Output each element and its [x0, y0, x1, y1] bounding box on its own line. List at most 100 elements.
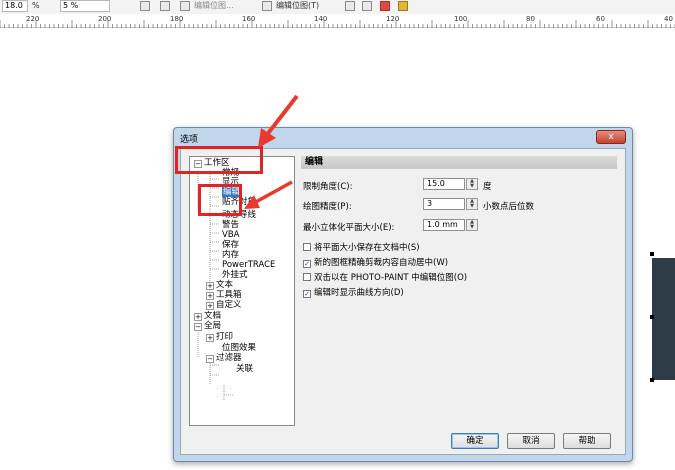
tree-label: PowerTRACE	[222, 260, 276, 270]
ruler-label: 160	[242, 15, 256, 23]
tree-label: 全局	[204, 321, 222, 331]
collapse-icon[interactable]: −	[206, 355, 214, 363]
checkbox-label: 编辑时显示曲线方向(D)	[314, 288, 404, 298]
expand-icon[interactable]: +	[194, 313, 202, 321]
min-extrude-input[interactable]: 1.0 mm	[423, 219, 465, 231]
mask-icon[interactable]	[380, 1, 390, 11]
group-icon[interactable]	[160, 1, 170, 11]
crop-icon[interactable]	[345, 1, 355, 11]
align-icon[interactable]	[140, 1, 150, 11]
ruler-label: 180	[170, 15, 184, 23]
close-button[interactable]: x	[596, 130, 626, 144]
tree-item-filters[interactable]: − 过滤器	[206, 353, 242, 363]
selection-handle[interactable]	[650, 252, 654, 256]
highlight-box-workspace	[175, 146, 263, 174]
expand-icon[interactable]: +	[206, 302, 214, 310]
cancel-button[interactable]: 取消	[507, 433, 555, 449]
tree-label: 自定义	[216, 300, 242, 310]
spinner-icon[interactable]: ▲ ▼	[466, 219, 478, 231]
ruler-label: 220	[26, 15, 40, 23]
checkbox-unchecked[interactable]	[303, 243, 311, 251]
constrain-angle-label: 限制角度(C):	[303, 182, 353, 192]
edit-bitmap-item[interactable]: 编辑位图(T)	[276, 1, 319, 11]
selection-handle[interactable]	[650, 378, 654, 382]
resample-icon[interactable]	[362, 1, 372, 11]
save-plane-size-checkbox[interactable]: 将平面大小保存在文档中(S)	[303, 241, 420, 253]
tree-label: 内存	[222, 250, 240, 260]
ok-button[interactable]: 确定	[451, 433, 499, 449]
collapse-icon[interactable]: −	[194, 323, 202, 331]
tree-item-memory[interactable]: 内存	[222, 250, 239, 260]
tree-item-customize[interactable]: + 自定义	[206, 300, 242, 310]
tree-item-bitmap-effects[interactable]: 位图效果	[222, 343, 256, 353]
checkbox-label: 将平面大小保存在文档中(S)	[314, 243, 420, 253]
spinner-icon[interactable]: ▲ ▼	[466, 198, 478, 210]
tree-label: 工具箱	[216, 290, 242, 300]
dialog-body: − 工作区 常规 显示 编辑 贴齐对象 动态导线 警告 VBA 保存 内存 Pow…	[180, 148, 626, 455]
horizontal-ruler: 220 200 180 160 140 120 100 80 60 40	[0, 14, 675, 28]
help-button[interactable]: 帮助	[563, 433, 611, 449]
tree-item-vba[interactable]: VBA	[222, 230, 239, 240]
tree-label: 关联	[236, 364, 254, 374]
property-bar: 18.0 % 5 % 编辑位图... 编辑位图(T)	[0, 0, 675, 14]
checkbox-label: 新的图框精确剪裁内容自动居中(W)	[314, 258, 449, 268]
panel-header: 编辑	[301, 156, 617, 169]
drawing-precision-label: 绘图精度(P):	[303, 202, 352, 212]
expand-icon[interactable]: +	[206, 334, 214, 342]
tree-label: 文本	[216, 280, 234, 290]
expand-icon[interactable]: +	[206, 282, 214, 290]
highlight-box-edit	[198, 184, 242, 216]
zoom-unit: %	[32, 1, 40, 10]
ruler-label: 120	[386, 15, 400, 23]
expand-icon[interactable]: +	[206, 292, 214, 300]
edit-settings-panel: 编辑 限制角度(C): 15.0 ▲ ▼ 度 绘图精度(P): 3 ▲ ▼ 小数点后…	[301, 156, 617, 426]
selected-rectangle[interactable]	[652, 258, 675, 380]
tree-label: 文档	[204, 311, 222, 321]
ruler-label: 60	[596, 15, 605, 23]
photo-paint-edit-checkbox[interactable]: 双击以在 PHOTO-PAINT 中编辑位图(O)	[303, 271, 467, 283]
ruler-label: 140	[314, 15, 328, 23]
tree-label: 警告	[222, 220, 240, 230]
constrain-angle-input[interactable]: 15.0	[423, 178, 465, 190]
tree-item-plugins[interactable]: 外挂式	[222, 270, 248, 280]
size-input[interactable]: 5 %	[60, 0, 110, 12]
tree-item-print[interactable]: + 打印	[206, 332, 233, 342]
drawing-precision-unit: 小数点后位数	[483, 202, 535, 212]
trace-icon[interactable]	[262, 1, 272, 11]
min-extrude-label: 最小立体化平面大小(E):	[303, 223, 395, 233]
ruler-label: 200	[98, 15, 112, 23]
tree-item-toolbox[interactable]: + 工具箱	[206, 290, 242, 300]
selection-handle[interactable]	[650, 315, 654, 319]
ruler-label: 40	[664, 15, 673, 23]
tree-label: 外挂式	[222, 270, 248, 280]
tree-label: 保存	[222, 240, 240, 250]
ruler-label: 80	[526, 15, 535, 23]
checkbox-checked[interactable]: ✓	[303, 290, 311, 298]
tree-label: 位图效果	[222, 343, 257, 353]
tree-item-associations[interactable]: 关联	[236, 364, 253, 374]
spinner-icon[interactable]: ▲ ▼	[466, 178, 478, 190]
checkbox-checked[interactable]: ✓	[303, 260, 311, 268]
ruler-label: 100	[454, 15, 468, 23]
tree-item-document[interactable]: + 文档	[194, 311, 221, 321]
drawing-precision-input[interactable]: 3	[423, 198, 465, 210]
edit-bitmap-item-disabled: 编辑位图...	[194, 1, 234, 10]
checkbox-unchecked[interactable]	[303, 273, 311, 281]
options-dialog: 选项 x − 工作区 常规 显示 编辑 贴齐对象 动态导线 警告 VBA 保存 …	[173, 127, 633, 462]
tree-label: 过滤器	[216, 353, 242, 363]
tree-item-save[interactable]: 保存	[222, 240, 239, 250]
export-icon[interactable]	[398, 1, 408, 11]
curve-direction-checkbox[interactable]: ✓ 编辑时显示曲线方向(D)	[303, 286, 404, 298]
constrain-angle-unit: 度	[483, 182, 492, 192]
tree-item-powertrace[interactable]: PowerTRACE	[222, 260, 275, 270]
auto-center-checkbox[interactable]: ✓ 新的图框精确剪裁内容自动居中(W)	[303, 256, 448, 268]
dialog-title: 选项	[180, 135, 199, 145]
zoom-input[interactable]: 18.0	[2, 0, 28, 12]
tree-item-text[interactable]: + 文本	[206, 280, 233, 290]
tree-item-warnings[interactable]: 警告	[222, 220, 239, 230]
tree-label: 打印	[216, 332, 234, 342]
bitmap-icon[interactable]	[180, 1, 190, 11]
tree-label: VBA	[222, 230, 240, 240]
checkbox-label: 双击以在 PHOTO-PAINT 中编辑位图(O)	[314, 273, 468, 283]
tree-item-global[interactable]: − 全局	[194, 321, 221, 331]
